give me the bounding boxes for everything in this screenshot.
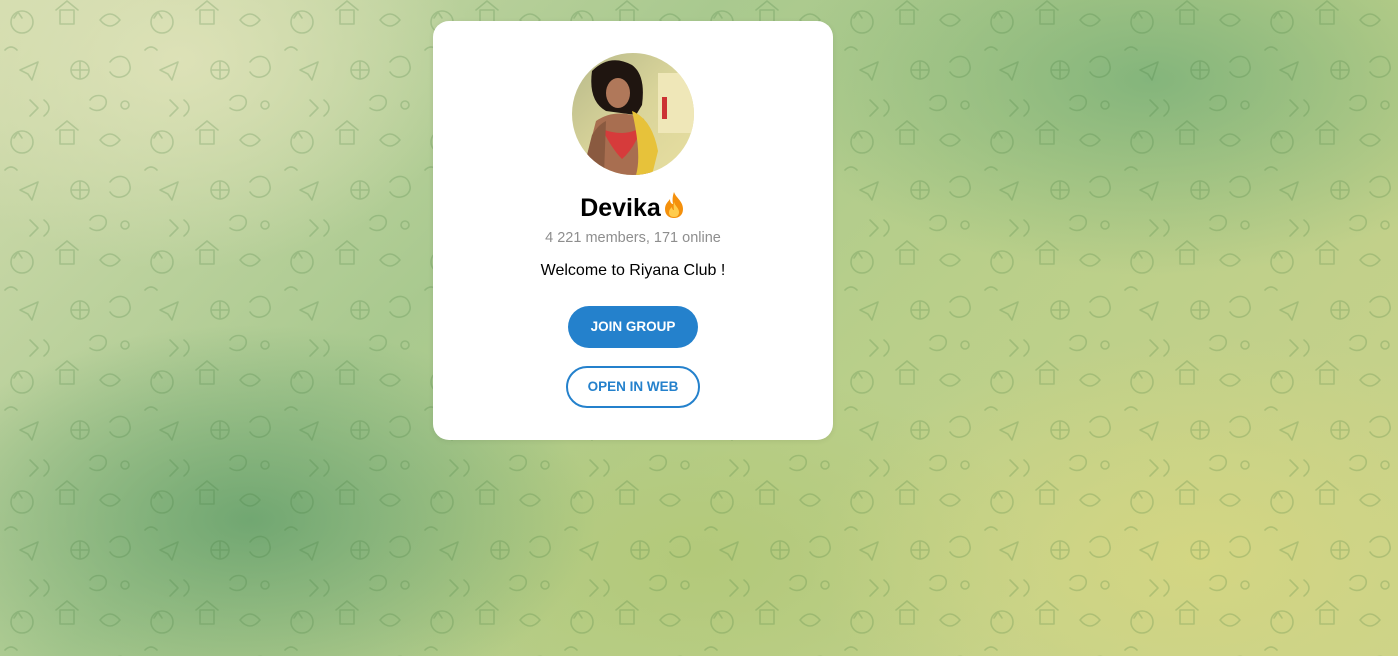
- members-count: 4 221 members, 171 online: [545, 230, 721, 246]
- avatar: [572, 53, 694, 175]
- profile-photo-icon: [572, 53, 694, 175]
- group-name: Devika: [580, 194, 661, 222]
- open-in-web-button[interactable]: OPEN IN WEB: [566, 366, 700, 408]
- fire-emoji-icon: [662, 191, 686, 227]
- group-title: Devika: [433, 191, 833, 227]
- join-group-button[interactable]: JOIN GROUP: [568, 306, 698, 348]
- group-preview-card: Devika 4 221 members, 171 online Welcome…: [433, 21, 833, 440]
- group-description: Welcome to Riyana Club !: [540, 262, 726, 279]
